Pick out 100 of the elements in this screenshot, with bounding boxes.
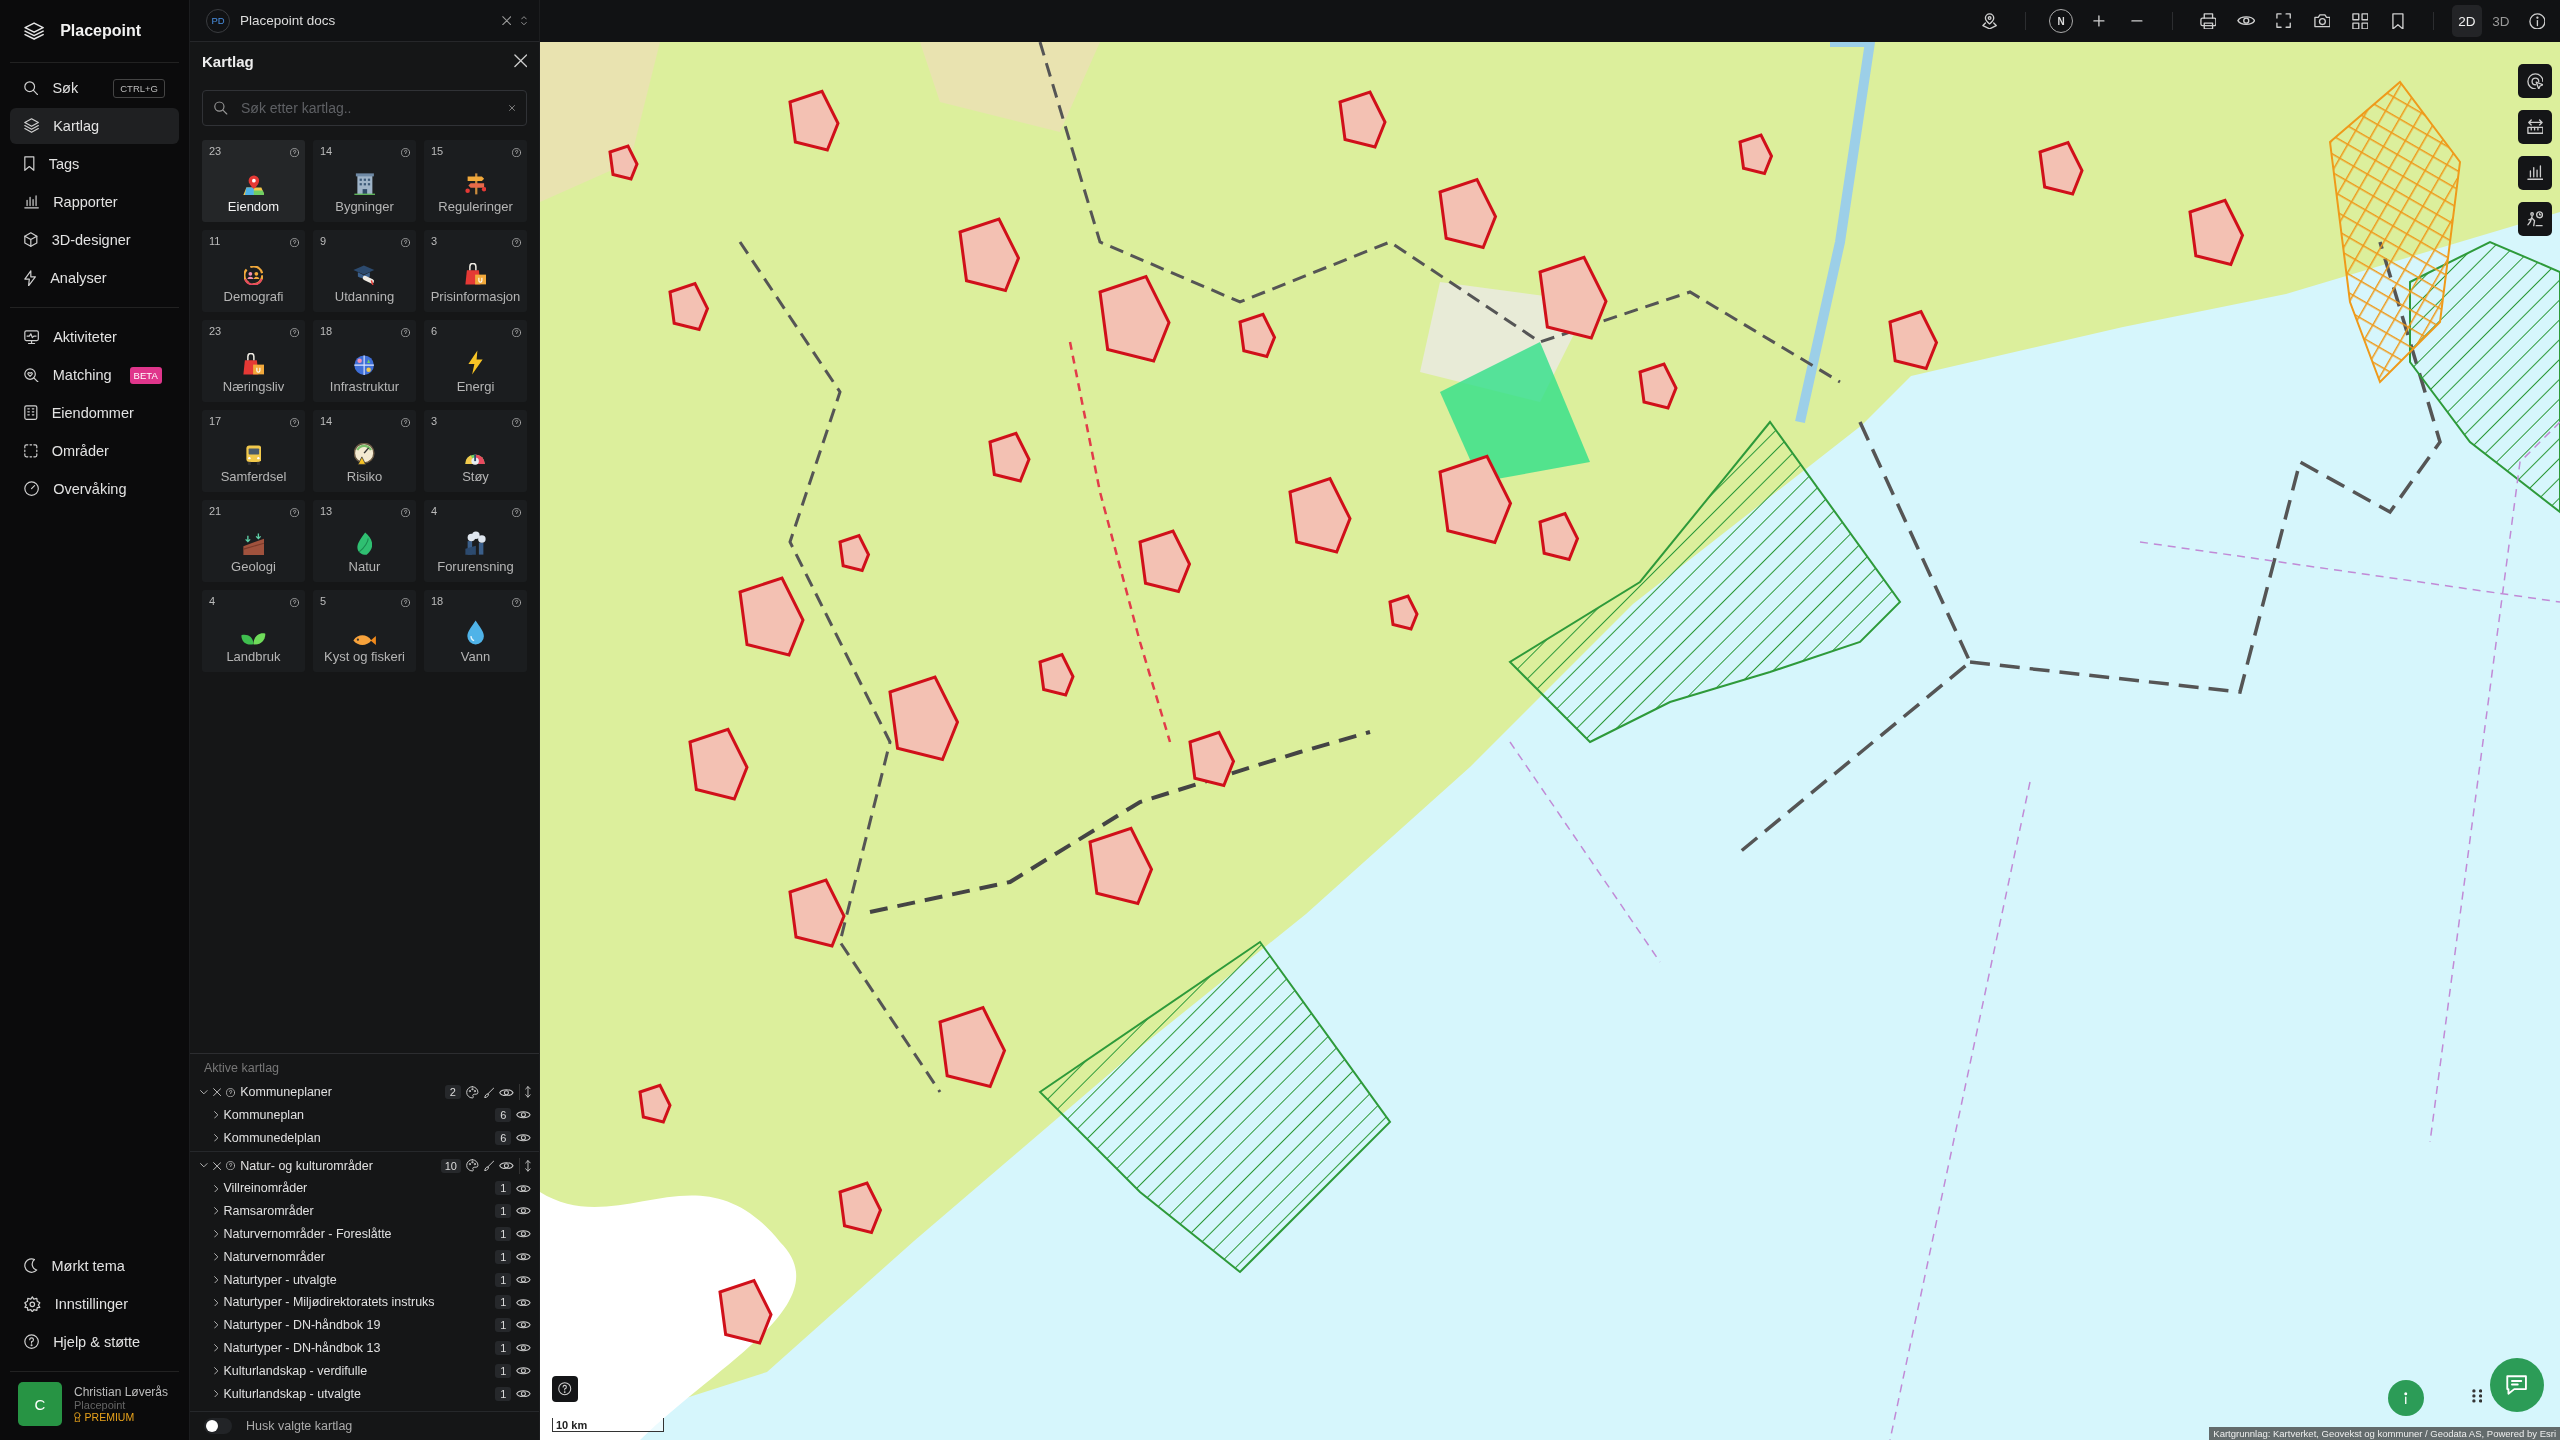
chat-button[interactable]	[2490, 1358, 2544, 1412]
layer-count: 6	[495, 1108, 512, 1123]
bar-chart-icon	[24, 195, 40, 209]
workspace-title[interactable]: Placepoint docs	[240, 13, 492, 28]
info-icon	[2528, 12, 2546, 30]
layer-name[interactable]: Ramsarområder	[223, 1204, 491, 1219]
layer-category-tile[interactable]: 3 Støy	[424, 410, 527, 492]
nav-item[interactable]: Rapporter	[10, 184, 179, 220]
shortcut-hint: CTRL+G	[113, 78, 165, 98]
help-icon	[225, 1087, 236, 1097]
layer-count: 1	[495, 1272, 512, 1287]
nav-item[interactable]: Matching BETA	[10, 357, 179, 393]
logo-icon	[24, 21, 45, 41]
nav-item[interactable]: Søk CTRL+G	[10, 70, 179, 106]
layer-category-tile[interactable]: 23 Eiendom	[202, 140, 305, 222]
layer-count: 21	[209, 505, 222, 517]
layer-category-tile[interactable]: 4 Landbruk	[202, 590, 305, 672]
nav-item[interactable]: 3D-designer	[10, 222, 179, 258]
layer-category-tile[interactable]: 17 Samferdsel	[202, 410, 305, 492]
layer-category-tile[interactable]: 11 Demografi	[202, 230, 305, 312]
bookmark-icon	[24, 156, 35, 172]
nav-item[interactable]: Hjelp & støtte	[10, 1324, 179, 1360]
layer-name[interactable]: Naturvernområder	[223, 1249, 491, 1264]
graduation-cap-icon	[353, 264, 376, 285]
nav-item[interactable]: Aktiviteter	[10, 319, 179, 355]
printer-icon	[2199, 12, 2217, 30]
layer-name[interactable]: Kulturlandskap - utvalgte	[223, 1386, 491, 1401]
nav-item[interactable]: Eiendommer	[10, 395, 179, 431]
select-tool-button[interactable]	[2518, 64, 2552, 98]
layer-count: 10	[440, 1158, 461, 1173]
layer-name[interactable]: Naturtyper - Miljødirektoratets instruks	[223, 1295, 491, 1310]
layer-category-tile[interactable]: 6 Energi	[424, 320, 527, 402]
toggle-switch[interactable]	[204, 1418, 232, 1434]
nav-item[interactable]: Tags	[10, 146, 179, 182]
layer-count: 3	[431, 235, 438, 247]
fish-icon	[352, 634, 377, 645]
nav-item[interactable]: Analyser	[10, 260, 179, 296]
layer-category-tile[interactable]: 23 Næringsliv	[202, 320, 305, 402]
view-mode-toggle[interactable]: 3D	[2486, 5, 2516, 37]
pin-layers-icon	[1982, 12, 1998, 30]
layer-count: 1	[495, 1249, 512, 1264]
user-avatar[interactable]: C	[18, 1382, 62, 1426]
layer-name[interactable]: Naturtyper - DN-håndbok 19	[223, 1318, 491, 1333]
layer-category-tile[interactable]: 4 Forurensning	[424, 500, 527, 582]
bookmark-icon	[2392, 12, 2404, 30]
nav-item[interactable]: Mørkt tema	[10, 1248, 179, 1284]
layer-category-tile[interactable]: 21 Geologi	[202, 500, 305, 582]
layer-category-tile[interactable]: 3 Prisinformasjon	[424, 230, 527, 312]
layer-category-tile[interactable]: 15 Reguleringer	[424, 140, 527, 222]
help-icon	[289, 597, 299, 607]
help-icon	[511, 597, 521, 607]
layer-group-name[interactable]: Natur- og kulturområder	[240, 1158, 436, 1173]
close-icon	[513, 54, 527, 68]
nav-item[interactable]: Kartlag	[10, 108, 179, 144]
layer-name[interactable]: Naturtyper - utvalgte	[223, 1272, 491, 1287]
layer-name[interactable]: Kommunedelplan	[223, 1130, 491, 1145]
nav-item[interactable]: Overvåking	[10, 471, 179, 507]
layer-count: 15	[431, 145, 444, 157]
help-button[interactable]	[552, 1376, 578, 1402]
layer-category-tile[interactable]: 18 Vann	[424, 590, 527, 672]
globe-icon	[354, 354, 375, 375]
chart-button[interactable]	[2518, 156, 2552, 190]
eye-icon	[2236, 16, 2256, 26]
layer-count: 9	[320, 235, 327, 247]
plus-icon	[2093, 15, 2105, 27]
beta-tag: BETA	[129, 366, 162, 384]
map-pin-icon	[242, 174, 265, 195]
clear-icon	[508, 104, 515, 112]
search-icon	[214, 101, 228, 115]
layer-count: 18	[320, 325, 333, 337]
layer-name[interactable]: Kulturlandskap - verdifulle	[223, 1363, 491, 1378]
layer-name[interactable]: Villreinområder	[223, 1181, 491, 1196]
layer-count: 4	[209, 595, 216, 607]
close-icon	[501, 15, 512, 26]
layer-category-tile[interactable]: 13 Natur	[313, 500, 416, 582]
user-organization: Placepoint	[74, 1399, 127, 1411]
measure-button[interactable]	[2518, 110, 2552, 144]
layer-category-tile[interactable]: 18 Infrastruktur	[313, 320, 416, 402]
layer-category-tile[interactable]: 14 Bygninger	[313, 140, 416, 222]
layer-category-tile[interactable]: 5 Kyst og fiskeri	[313, 590, 416, 672]
remove-icon	[212, 1088, 221, 1097]
plan-label: PREMIUM	[84, 1411, 135, 1423]
layer-category-tile[interactable]: 14 Risiko	[313, 410, 416, 492]
nav-item[interactable]: Innstillinger	[10, 1286, 179, 1322]
nav-item[interactable]: Områder	[10, 433, 179, 469]
grid-icon	[2351, 12, 2369, 30]
monitor-icon	[24, 329, 40, 345]
layer-name[interactable]: Kommuneplan	[223, 1108, 491, 1123]
layer-group-name[interactable]: Kommuneplaner	[240, 1085, 440, 1100]
layer-count: 5	[320, 595, 327, 607]
app-name: Placepoint	[60, 22, 142, 40]
layer-category-tile[interactable]: 9 Utdanning	[313, 230, 416, 312]
layer-name[interactable]: Naturvernområder - Foreslåtte	[223, 1227, 491, 1241]
layer-count: 1	[495, 1227, 512, 1241]
isochrone-button[interactable]	[2518, 202, 2552, 236]
help-icon	[558, 1382, 572, 1396]
view-mode-toggle[interactable]: 2D	[2452, 5, 2482, 37]
layer-name[interactable]: Naturtyper - DN-håndbok 13	[223, 1341, 491, 1355]
help-icon	[24, 1334, 40, 1350]
search-field[interactable]: Søk etter kartlag..	[202, 90, 527, 126]
